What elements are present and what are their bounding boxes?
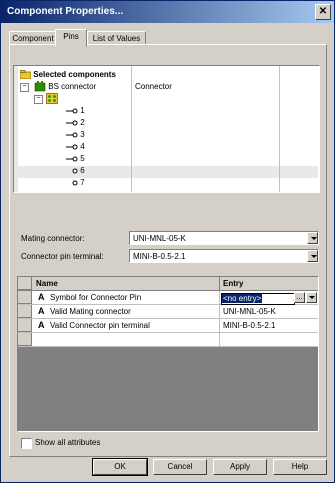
pin-terminal-select[interactable]: MINI-B-0.5-2.1 xyxy=(129,249,319,263)
table-row[interactable]: A Valid Connector pin terminal MINI-B-0.… xyxy=(18,319,318,333)
tree-item-pin[interactable]: 6 xyxy=(66,165,85,177)
pin-label: 2 xyxy=(80,118,85,127)
column-header-entry[interactable]: Entry xyxy=(223,277,243,290)
pin-icon xyxy=(72,168,78,174)
mating-connector-select[interactable]: UNI-MNL-05-K xyxy=(129,231,319,245)
pin-terminal-label: Connector pin terminal: xyxy=(21,252,104,261)
row-header xyxy=(18,305,32,318)
attribute-icon: A xyxy=(38,292,45,302)
dropdown-button[interactable] xyxy=(307,250,318,262)
pin-icon xyxy=(72,180,78,186)
tree-item-pins-group[interactable] xyxy=(46,93,58,105)
pin-icon xyxy=(66,144,78,150)
tree-selected-row xyxy=(18,166,318,178)
entry-value[interactable]: MINI-B-0.5-2.1 xyxy=(223,319,275,332)
entry-dropdown-button[interactable] xyxy=(306,292,317,303)
pins-group-icon xyxy=(46,93,58,105)
pin-label: 3 xyxy=(80,130,85,139)
row-header xyxy=(18,291,32,304)
pin-icon xyxy=(66,156,78,162)
tree-column-divider xyxy=(279,66,280,192)
show-all-attributes-label: Show all attributes xyxy=(35,438,101,447)
tree-item-pin[interactable]: 7 xyxy=(66,177,85,189)
close-icon: ✕ xyxy=(318,6,328,17)
window-title: Component Properties... xyxy=(7,6,124,17)
table-row-empty[interactable] xyxy=(18,333,318,347)
column-divider xyxy=(219,319,220,332)
attribute-name: Symbol for Connector Pin xyxy=(50,293,142,302)
attribute-name: Valid Mating connector xyxy=(50,307,131,316)
tree-item-pin[interactable]: 2 xyxy=(66,117,85,129)
attribute-icon: A xyxy=(38,306,45,316)
pin-label: 1 xyxy=(80,106,85,115)
pin-icon xyxy=(66,132,78,138)
chevron-down-icon xyxy=(311,237,317,240)
column-divider xyxy=(219,277,220,290)
grid-header: Name Entry xyxy=(18,277,318,291)
entry-value[interactable]: UNI-MNL-05-K xyxy=(223,305,276,318)
chevron-down-icon xyxy=(311,255,317,258)
mating-connector-label: Mating connector: xyxy=(21,234,85,243)
entry-value: <no entry> xyxy=(222,294,263,303)
column-divider xyxy=(219,305,220,318)
tree-item-pin[interactable]: 4 xyxy=(66,141,85,153)
component-type: Connector xyxy=(135,82,172,91)
tree-column-divider xyxy=(131,66,132,192)
tree-item-pin[interactable]: 3 xyxy=(66,129,85,141)
pin-icon xyxy=(66,108,78,114)
row-header xyxy=(18,333,32,346)
pins-tree-view[interactable]: Selected components − BS connector Conne… xyxy=(13,65,320,193)
pin-label: 4 xyxy=(80,142,85,151)
component-properties-window: Component Properties... ✕ Component Pins… xyxy=(0,0,335,483)
tree-item-component[interactable]: BS connector xyxy=(34,81,96,93)
chevron-down-icon xyxy=(309,296,315,299)
tab-pins[interactable]: Pins xyxy=(55,29,87,47)
browse-button[interactable]: ... xyxy=(294,292,305,303)
entry-input[interactable]: <no entry> xyxy=(221,293,295,305)
table-row[interactable]: A Symbol for Connector Pin <no entry> ..… xyxy=(18,291,318,305)
column-divider xyxy=(219,333,220,346)
component-name: BS connector xyxy=(48,82,97,91)
close-button[interactable]: ✕ xyxy=(315,4,331,20)
ok-button[interactable]: OK xyxy=(92,458,148,476)
attribute-name: Valid Connector pin terminal xyxy=(50,321,150,330)
column-divider xyxy=(219,291,220,304)
pin-label: 7 xyxy=(80,178,85,187)
mating-connector-value: UNI-MNL-05-K xyxy=(133,234,186,243)
pin-icon xyxy=(66,120,78,126)
grid-corner xyxy=(18,277,32,290)
dropdown-button[interactable] xyxy=(307,232,318,244)
pin-terminal-value: MINI-B-0.5-2.1 xyxy=(133,252,186,261)
tree-item-pin[interactable]: 5 xyxy=(66,153,85,165)
collapse-toggle-component[interactable]: − xyxy=(20,83,29,92)
show-all-attributes-checkbox[interactable] xyxy=(21,438,32,449)
attribute-icon: A xyxy=(38,320,45,330)
column-header-name[interactable]: Name xyxy=(36,277,58,290)
row-header xyxy=(18,319,32,332)
pin-label: 6 xyxy=(80,166,85,175)
connector-icon xyxy=(34,81,46,92)
cancel-button[interactable]: Cancel xyxy=(153,459,207,475)
collapse-toggle-pins[interactable]: − xyxy=(34,95,43,104)
apply-button[interactable]: Apply xyxy=(213,459,267,475)
tree-root-row[interactable]: Selected components xyxy=(19,69,116,81)
pin-label: 5 xyxy=(80,154,85,163)
attributes-grid[interactable]: Name Entry A Symbol for Connector Pin <n… xyxy=(17,276,319,432)
tree-root-label: Selected components xyxy=(33,70,116,79)
help-button[interactable]: Help xyxy=(273,459,327,475)
folder-icon xyxy=(19,70,32,80)
table-row[interactable]: A Valid Mating connector UNI-MNL-05-K xyxy=(18,305,318,319)
title-bar[interactable]: Component Properties... ✕ xyxy=(1,1,334,23)
tree-item-pin[interactable]: 1 xyxy=(66,105,85,117)
